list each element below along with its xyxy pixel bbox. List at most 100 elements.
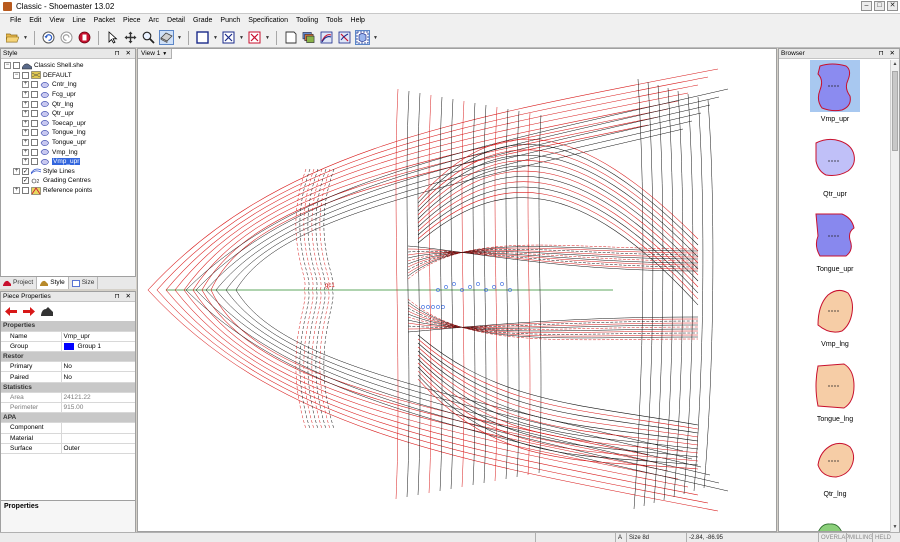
property-category[interactable]: Properties: [1, 321, 135, 332]
checkbox[interactable]: [31, 110, 38, 118]
tree-piece-cntr_lng[interactable]: + Cntr_lng: [4, 80, 135, 90]
menu-grade[interactable]: Grade: [189, 14, 216, 28]
drawing-view[interactable]: View 1 ▼ gc1: [137, 48, 777, 532]
collapse-icon[interactable]: −: [13, 71, 20, 79]
chevron-down-icon[interactable]: ▼: [373, 35, 378, 41]
zoom-icon[interactable]: [141, 30, 156, 45]
move-icon[interactable]: [123, 30, 138, 45]
property-value[interactable]: 915.00: [61, 402, 135, 414]
chevron-down-icon[interactable]: ▼: [239, 35, 244, 41]
browser-item-vmp_lng[interactable]: Vmp_lng: [779, 285, 891, 357]
checkbox[interactable]: [31, 91, 38, 99]
menu-file[interactable]: File: [6, 14, 25, 28]
menu-line[interactable]: Line: [68, 14, 89, 28]
fit-all-icon[interactable]: [247, 30, 262, 45]
chevron-down-icon[interactable]: ▼: [265, 35, 270, 41]
property-row[interactable]: Surface Outer: [1, 443, 135, 454]
open-folder-icon[interactable]: [5, 30, 20, 45]
tree-reference-points[interactable]: + Reference points: [4, 186, 135, 196]
browser-item-partial[interactable]: [815, 521, 845, 531]
expand-icon[interactable]: +: [22, 81, 29, 89]
property-row[interactable]: Paired No: [1, 371, 135, 383]
checkbox[interactable]: [13, 62, 20, 70]
property-value[interactable]: Vmp_upr: [61, 331, 135, 342]
checkbox[interactable]: [31, 158, 38, 166]
fit-icon[interactable]: [221, 30, 236, 45]
property-value[interactable]: Group 1: [61, 341, 135, 353]
tree-piece-fcg_upr[interactable]: + Fcg_upr: [4, 90, 135, 100]
checkbox[interactable]: [22, 187, 29, 195]
menu-tooling[interactable]: Tooling: [292, 14, 322, 28]
new-piece-icon[interactable]: [283, 30, 298, 45]
scrollbar-thumb[interactable]: [892, 71, 898, 151]
chevron-down-icon[interactable]: ▼: [177, 35, 182, 41]
property-row[interactable]: Perimeter 915.00: [1, 402, 135, 414]
eraser-icon[interactable]: [159, 30, 174, 45]
property-value[interactable]: 24121.22: [61, 392, 135, 404]
tree-piece-tongue_lng[interactable]: + Tongue_lng: [4, 128, 135, 138]
menu-packet[interactable]: Packet: [90, 14, 119, 28]
checkbox[interactable]: ✓: [22, 167, 29, 175]
property-value[interactable]: [61, 433, 135, 444]
menu-specification[interactable]: Specification: [244, 14, 292, 28]
expand-icon[interactable]: +: [22, 148, 29, 156]
previous-arrow-icon[interactable]: [5, 307, 17, 316]
menu-view[interactable]: View: [45, 14, 68, 28]
browser-item-tongue_lng[interactable]: Tongue_lng: [779, 360, 891, 432]
stack-icon[interactable]: [301, 30, 316, 45]
property-value[interactable]: [61, 422, 135, 434]
browser-item-qtr_upr[interactable]: Qtr_upr: [779, 135, 891, 207]
menu-punch[interactable]: Punch: [216, 14, 244, 28]
pattern-canvas[interactable]: gc1: [138, 49, 776, 531]
tree-group[interactable]: − DEFAULT: [4, 71, 135, 81]
redo-icon[interactable]: [59, 30, 74, 45]
tree-style-lines[interactable]: + ✓ Style Lines: [4, 167, 135, 177]
menu-help[interactable]: Help: [347, 14, 369, 28]
tree-root[interactable]: − Classic Shell.she: [4, 61, 135, 71]
tree-piece-qtr_lng[interactable]: + Qtr_lng: [4, 99, 135, 109]
checkbox[interactable]: [31, 129, 38, 137]
property-category[interactable]: Restor: [1, 351, 135, 363]
browser-item-tongue_upr[interactable]: Tongue_upr: [779, 210, 891, 282]
expand-icon[interactable]: +: [22, 129, 29, 137]
maximize-button[interactable]: □: [874, 1, 885, 11]
tab-size[interactable]: Size: [69, 277, 99, 289]
tab-project[interactable]: Project: [0, 277, 38, 289]
collapse-icon[interactable]: −: [4, 62, 11, 70]
undo-icon[interactable]: [41, 30, 56, 45]
next-arrow-icon[interactable]: [23, 307, 35, 316]
browser-item-vmp_upr[interactable]: Vmp_upr: [779, 60, 891, 132]
tab-style[interactable]: Style: [37, 277, 69, 289]
close-button[interactable]: ✕: [887, 1, 898, 11]
expand-icon[interactable]: +: [22, 158, 29, 166]
property-row[interactable]: Primary No: [1, 361, 135, 373]
property-category[interactable]: APA: [1, 412, 135, 424]
checkbox[interactable]: [22, 71, 29, 79]
tree-grading-centres[interactable]: ✓ 2 Grading Centres: [4, 176, 135, 186]
checkbox[interactable]: [31, 139, 38, 147]
stop-icon[interactable]: [77, 30, 92, 45]
checkbox[interactable]: [31, 81, 38, 89]
property-row[interactable]: Area 24121.22: [1, 392, 135, 404]
tree-piece-vmp_upr[interactable]: + Vmp_upr: [4, 157, 135, 167]
menu-edit[interactable]: Edit: [25, 14, 45, 28]
menu-detail[interactable]: Detail: [163, 14, 189, 28]
expand-icon[interactable]: +: [22, 139, 29, 147]
grade-piece-icon[interactable]: [319, 30, 334, 45]
minimize-button[interactable]: –: [861, 1, 872, 11]
checkbox[interactable]: [31, 148, 38, 156]
checkbox[interactable]: [31, 119, 38, 127]
expand-icon[interactable]: +: [22, 110, 29, 118]
expand-icon[interactable]: +: [22, 91, 29, 99]
menu-arc[interactable]: Arc: [145, 14, 164, 28]
expand-icon[interactable]: +: [13, 187, 20, 195]
scroll-up-icon[interactable]: ▲: [892, 61, 898, 68]
chevron-down-icon[interactable]: ▼: [23, 35, 28, 41]
browser-scrollbar[interactable]: ▲ ▼: [890, 60, 899, 532]
tree-piece-qtr_upr[interactable]: + Qtr_upr: [4, 109, 135, 119]
pointer-icon[interactable]: [105, 30, 120, 45]
checkbox[interactable]: [31, 100, 38, 108]
menu-piece[interactable]: Piece: [119, 14, 145, 28]
property-value[interactable]: No: [61, 371, 135, 383]
panel-controls[interactable]: ⊓ ✕: [115, 292, 133, 302]
